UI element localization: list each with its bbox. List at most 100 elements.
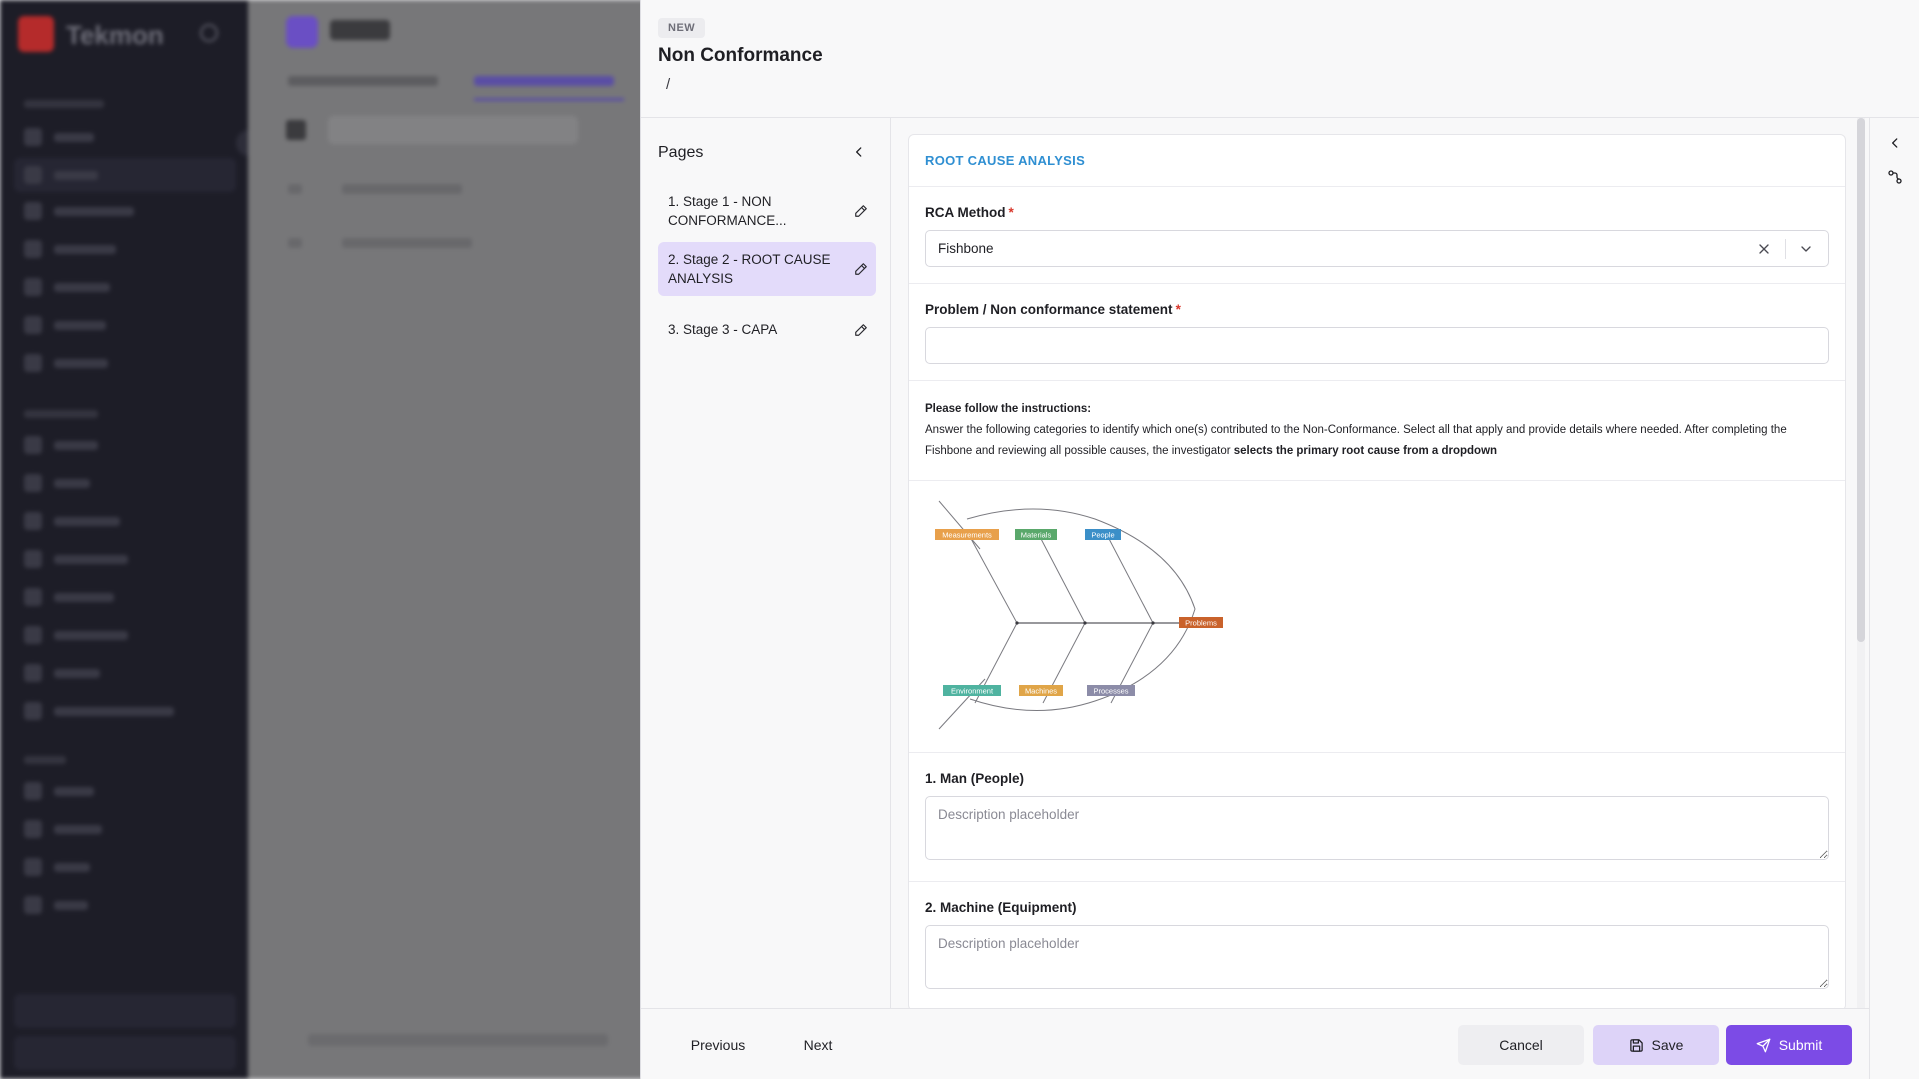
save-button-label: Save [1651,1037,1684,1053]
fishbone-tail [938,500,981,550]
pages-title: Pages [658,144,704,161]
rail-expand-button[interactable] [1884,132,1906,154]
brand-logo-icon [18,16,54,52]
page-item-label: 3. Stage 3 - CAPA [668,322,778,337]
forms-icon [286,16,318,48]
problem-statement-label: Problem / Non conformance statement * [925,302,1829,317]
nav-section-header [24,756,66,764]
required-marker: * [1008,205,1014,220]
nav-item [24,314,106,336]
chevron-left-icon [1892,138,1898,148]
nav-item [24,818,102,840]
table-row [288,184,608,196]
nav-item [24,472,90,494]
pencil-icon[interactable] [854,204,868,218]
fishbone-materials-label: Materials [1021,531,1052,540]
fishbone-problems-label: Problems [1185,619,1217,628]
machine-equipment-textarea[interactable] [925,925,1829,989]
problem-statement-label-text: Problem / Non conformance statement [925,302,1173,317]
pencil-icon[interactable] [854,262,868,276]
fishbone-environment-label: Environment [951,687,994,696]
tab-underline [474,98,624,101]
workflow-icon [1888,170,1902,184]
nav-item [24,548,128,570]
pages-panel: Pages 1. Stage 1 - NON CONFORMANCE... 2.… [641,118,891,1008]
bell-icon [200,24,218,42]
cancel-button[interactable]: Cancel [1458,1025,1584,1065]
form-card: ROOT CAUSE ANALYSIS RCA Method * Fishbone… [908,134,1846,1008]
floppy-disk-icon [1629,1038,1643,1052]
fishbone-bone [1106,534,1154,624]
nav-item [24,662,100,684]
nav-item [24,856,90,878]
man-people-textarea[interactable] [925,796,1829,860]
fishbone-joint [1083,621,1087,625]
fishbone-diagram: Measurements Materials People Problems E… [935,500,1223,730]
background-sidebar: Tekmon [0,0,248,1079]
chevron-left-icon [856,147,862,157]
nav-section-header [24,410,98,418]
nav-item [24,510,120,532]
fishbone-machines-label: Machines [1025,687,1057,696]
form-drawer: NEW Non Conformance / Pages 1. Stage 1 -… [640,0,1919,1079]
man-people-field: 1. Man (People) [909,753,1845,882]
nav-section-header [24,100,104,108]
rca-method-value: Fishbone [938,241,994,256]
support-item [14,1036,236,1070]
fishbone-diagram-section: Measurements Materials People Problems E… [909,481,1845,753]
content-scrollbar-thumb[interactable] [1857,118,1865,642]
rca-method-select[interactable]: Fishbone [925,230,1829,267]
close-icon[interactable] [1756,241,1772,257]
nav-item [24,700,174,722]
nav-item [24,352,108,374]
page-item-stage-2[interactable]: 2. Stage 2 - ROOT CAUSE ANALYSIS [658,242,876,296]
status-badge: NEW [658,18,706,38]
select-separator [1785,239,1786,259]
page-item-stage-3[interactable]: 3. Stage 3 - CAPA [658,312,876,347]
fishbone-bone [968,534,1018,624]
fishbone-head-outline [966,508,1196,711]
fishbone-bone [1038,534,1086,624]
rca-method-label: RCA Method * [925,205,1829,220]
pages-collapse-button[interactable] [847,140,871,164]
background-main [248,0,648,1079]
drawer-header: NEW Non Conformance / [641,0,1919,118]
problem-statement-field: Problem / Non conformance statement * [909,284,1845,381]
page-item-stage-1[interactable]: 1. Stage 1 - NON CONFORMANCE... [658,184,876,238]
pencil-icon[interactable] [854,323,868,337]
previous-button[interactable]: Previous [673,1025,763,1065]
submit-button-label: Submit [1778,1037,1823,1053]
drawer-title: Non Conformance [658,45,823,66]
nav-item [24,780,94,802]
section-title: ROOT CAUSE ANALYSIS [925,153,1086,168]
fishbone-measurements-label: Measurements [942,531,992,540]
instructions-block: Please follow the instructions: Answer t… [909,381,1845,481]
man-people-label: 1. Man (People) [925,771,1025,786]
machine-equipment-label: 2. Machine (Equipment) [925,900,1077,915]
fishbone-processes-label: Processes [1093,687,1128,696]
instructions-heading: Please follow the instructions: [925,403,1092,415]
drawer-footer: Previous Next Cancel Save Submit [641,1008,1869,1079]
page-title-placeholder [330,20,390,40]
required-marker: * [1175,302,1181,317]
rca-method-field: RCA Method * Fishbone [909,187,1845,284]
rca-method-label-text: RCA Method [925,205,1006,220]
help-item [14,994,236,1028]
right-rail [1869,118,1919,1079]
nav-item-active [14,158,236,192]
chevron-down-icon[interactable] [1798,241,1814,257]
nav-item [24,434,98,456]
form-content[interactable]: ROOT CAUSE ANALYSIS RCA Method * Fishbone… [892,118,1882,1008]
tab-placeholder [288,76,438,86]
next-button[interactable]: Next [783,1025,853,1065]
nav-item [24,126,94,148]
pagination-placeholder [308,1034,608,1046]
nav-item [24,276,110,298]
machine-equipment-field: 2. Machine (Equipment) [909,882,1845,1008]
brand-name: Tekmon [66,20,164,50]
table-row [288,238,608,250]
submit-button[interactable]: Submit [1726,1025,1852,1065]
rail-workflow-button[interactable] [1884,166,1906,188]
save-button[interactable]: Save [1593,1025,1719,1065]
problem-statement-input[interactable] [925,327,1829,364]
